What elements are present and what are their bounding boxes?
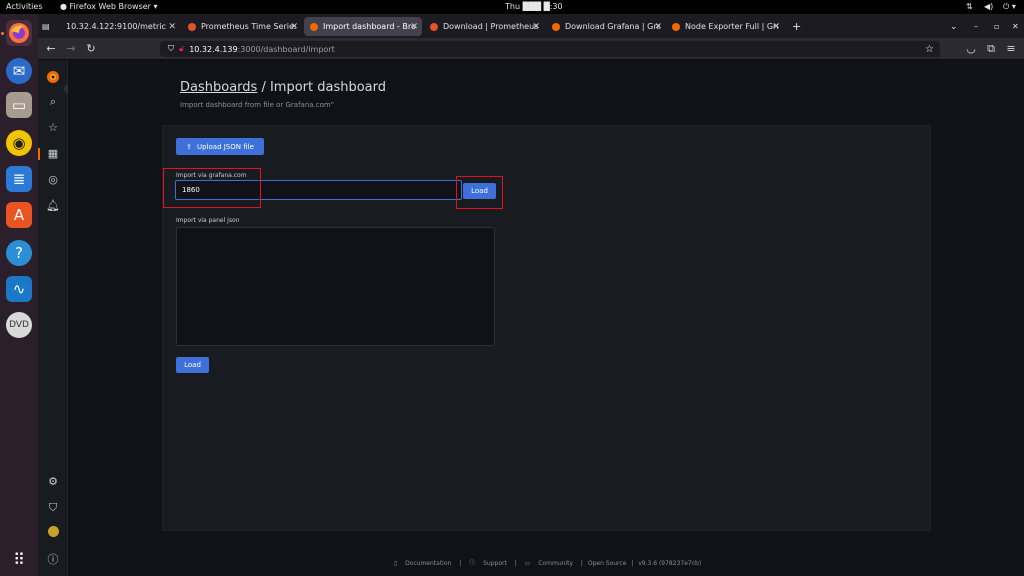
gnome-top-bar: Activities ● Firefox Web Browser ▾ Thu █… <box>0 0 1024 14</box>
grafana-favicon <box>310 22 318 31</box>
prometheus-favicon <box>188 22 196 31</box>
grafana-logo[interactable] <box>45 70 61 86</box>
navigation-toolbar: ← → ↻ ⛉ 🔓︎ 10.32.4.139:3000/dashboard/im… <box>38 38 1024 60</box>
configuration-gear-icon[interactable]: ⚙ <box>45 474 61 490</box>
active-nav-indicator <box>38 148 40 160</box>
breadcrumb-current: Import dashboard <box>269 80 387 95</box>
volume-icon[interactable]: ◀) <box>984 2 993 11</box>
comments-icon: ▭ <box>524 560 531 567</box>
url-bar[interactable]: ⛉ 🔓︎ 10.32.4.139:3000/dashboard/import ☆ <box>160 41 940 57</box>
dashboards-icon[interactable]: ▦ <box>45 146 61 162</box>
puzzle-icon: ⧉ <box>987 42 995 55</box>
bookmark-star-icon[interactable]: ☆ <box>925 44 934 55</box>
all-tabs-button[interactable]: ▤ <box>40 17 54 36</box>
search-icon[interactable]: ⌕ <box>45 94 61 110</box>
back-button[interactable]: ← <box>44 42 58 56</box>
tab-metrics[interactable]: 10.32.4.122:9100/metrics ✕ <box>60 17 180 36</box>
insecure-lock-icon: 🔓︎ <box>179 44 185 53</box>
tab-download-prometheus[interactable]: Download | Prometheus ✕ <box>424 17 544 36</box>
thunderbird-dock-icon[interactable]: ✉ <box>6 58 32 84</box>
arrow-right-icon: → <box>66 42 76 55</box>
annotation-highlight-input <box>163 168 261 208</box>
tab-node-exporter[interactable]: Node Exporter Full | Graf ✕ <box>666 17 784 36</box>
alerting-bell-icon[interactable]: 🔔︎ <box>45 198 61 214</box>
close-icon: ✕ <box>1012 22 1019 31</box>
files-dock-icon[interactable]: ▭ <box>6 92 32 118</box>
tab-prometheus-tsdb[interactable]: Prometheus Time Series ✕ <box>182 17 302 36</box>
grafana-favicon <box>672 22 680 31</box>
network-icon[interactable]: ⇅ <box>966 2 973 11</box>
minimize-icon: – <box>974 22 978 31</box>
list-tabs-button[interactable]: ⌄ <box>944 17 958 36</box>
system-monitor-dock-icon[interactable]: ∿ <box>6 276 32 302</box>
close-icon[interactable]: ✕ <box>532 22 540 32</box>
new-tab-button[interactable]: + <box>786 17 804 36</box>
document-icon: ▯ <box>393 560 398 567</box>
page-subtitle: Import dashboard from file or Grafana.co… <box>180 101 334 109</box>
user-avatar[interactable] <box>45 526 61 542</box>
close-icon[interactable]: ✕ <box>290 22 298 32</box>
annotation-highlight-load <box>456 176 503 209</box>
load-json-button[interactable]: Load <box>176 357 209 373</box>
dvd-dock-icon[interactable]: DVD <box>6 312 32 338</box>
prometheus-favicon <box>430 22 438 31</box>
starred-icon[interactable]: ☆ <box>45 120 61 136</box>
tab-download-grafana[interactable]: Download Grafana | Grafa ✕ <box>546 17 666 36</box>
panel-json-textarea[interactable] <box>176 227 495 346</box>
minimize-button[interactable]: – <box>968 17 982 36</box>
question-icon: ⓘ <box>469 560 476 567</box>
footer: ▯ Documentation | ⓘ Support | ▭ Communit… <box>68 558 1024 567</box>
shield-icon: ⛉ <box>168 44 174 53</box>
rhythmbox-dock-icon[interactable]: ◉ <box>6 130 32 156</box>
plus-icon: + <box>792 20 802 33</box>
reload-button[interactable]: ↻ <box>84 42 98 56</box>
clock[interactable]: Thu ███ █:30 <box>505 2 563 11</box>
pocket-button[interactable]: ◡ <box>964 42 978 56</box>
grafana-sidebar: ⌕ ☆ ▦ ◎ 🔔︎ ⚙ ⛉ ⓘ <box>38 60 68 576</box>
menu-button[interactable]: ≡ <box>1004 42 1018 56</box>
forward-button[interactable]: → <box>64 42 78 56</box>
help-icon[interactable]: ⓘ <box>45 552 61 568</box>
grafana-favicon <box>552 22 560 31</box>
tab-import-dashboard[interactable]: Import dashboard - Brow ✕ <box>304 17 422 36</box>
maximize-button[interactable]: ▫ <box>988 17 1002 36</box>
help-dock-icon[interactable]: ? <box>6 240 32 266</box>
reload-icon: ↻ <box>86 42 96 55</box>
chevron-down-icon: ⌄ <box>950 21 958 32</box>
footer-open-source-link[interactable]: Open Source <box>588 560 627 567</box>
close-icon[interactable]: ✕ <box>772 22 780 32</box>
server-admin-shield-icon[interactable]: ⛉ <box>45 500 61 516</box>
arrow-left-icon: ← <box>46 42 56 55</box>
hamburger-icon: ≡ <box>1006 42 1016 55</box>
footer-version: v9.3.6 (978237e7cb) <box>638 560 702 567</box>
pocket-icon: ◡ <box>966 42 976 55</box>
extensions-button[interactable]: ⧉ <box>984 42 998 56</box>
close-icon[interactable]: ✕ <box>168 22 176 32</box>
activities-button[interactable]: Activities <box>6 2 43 11</box>
app-menu[interactable]: ● Firefox Web Browser ▾ <box>60 2 158 11</box>
breadcrumb-dashboards-link[interactable]: Dashboards <box>180 80 257 95</box>
power-icon[interactable]: ⏻ ▾ <box>1003 2 1016 12</box>
upload-json-button[interactable]: ⇪ Upload JSON file <box>176 138 264 155</box>
active-indicator <box>1 32 4 35</box>
upload-icon: ⇪ <box>186 142 192 151</box>
footer-community-link[interactable]: ▭ Community <box>522 560 576 567</box>
footer-support-link[interactable]: ⓘ Support <box>466 560 510 567</box>
page-title: Dashboards / Import dashboard <box>180 80 387 95</box>
ubuntu-dock: ✉ ▭ ◉ ≣ A ? ∿ DVD ⠿ <box>0 14 38 576</box>
firefox-dock-icon[interactable] <box>6 20 32 46</box>
firefox-small-icon: ● <box>60 2 67 11</box>
restore-icon: ▫ <box>994 22 1000 31</box>
show-apps-icon[interactable]: ⠿ <box>6 546 32 572</box>
explore-compass-icon[interactable]: ◎ <box>45 172 61 188</box>
writer-dock-icon[interactable]: ≣ <box>6 166 32 192</box>
firefox-view-icon: ▤ <box>42 22 50 31</box>
close-icon[interactable]: ✕ <box>654 22 662 32</box>
close-icon[interactable]: ✕ <box>410 22 418 32</box>
close-window-button[interactable]: ✕ <box>1006 17 1020 36</box>
footer-documentation-link[interactable]: ▯ Documentation <box>391 560 455 567</box>
tab-strip: ▤ 10.32.4.122:9100/metrics ✕ Prometheus … <box>38 14 1024 38</box>
software-dock-icon[interactable]: A <box>6 202 32 228</box>
panel-json-label: Import via panel json <box>176 217 240 224</box>
